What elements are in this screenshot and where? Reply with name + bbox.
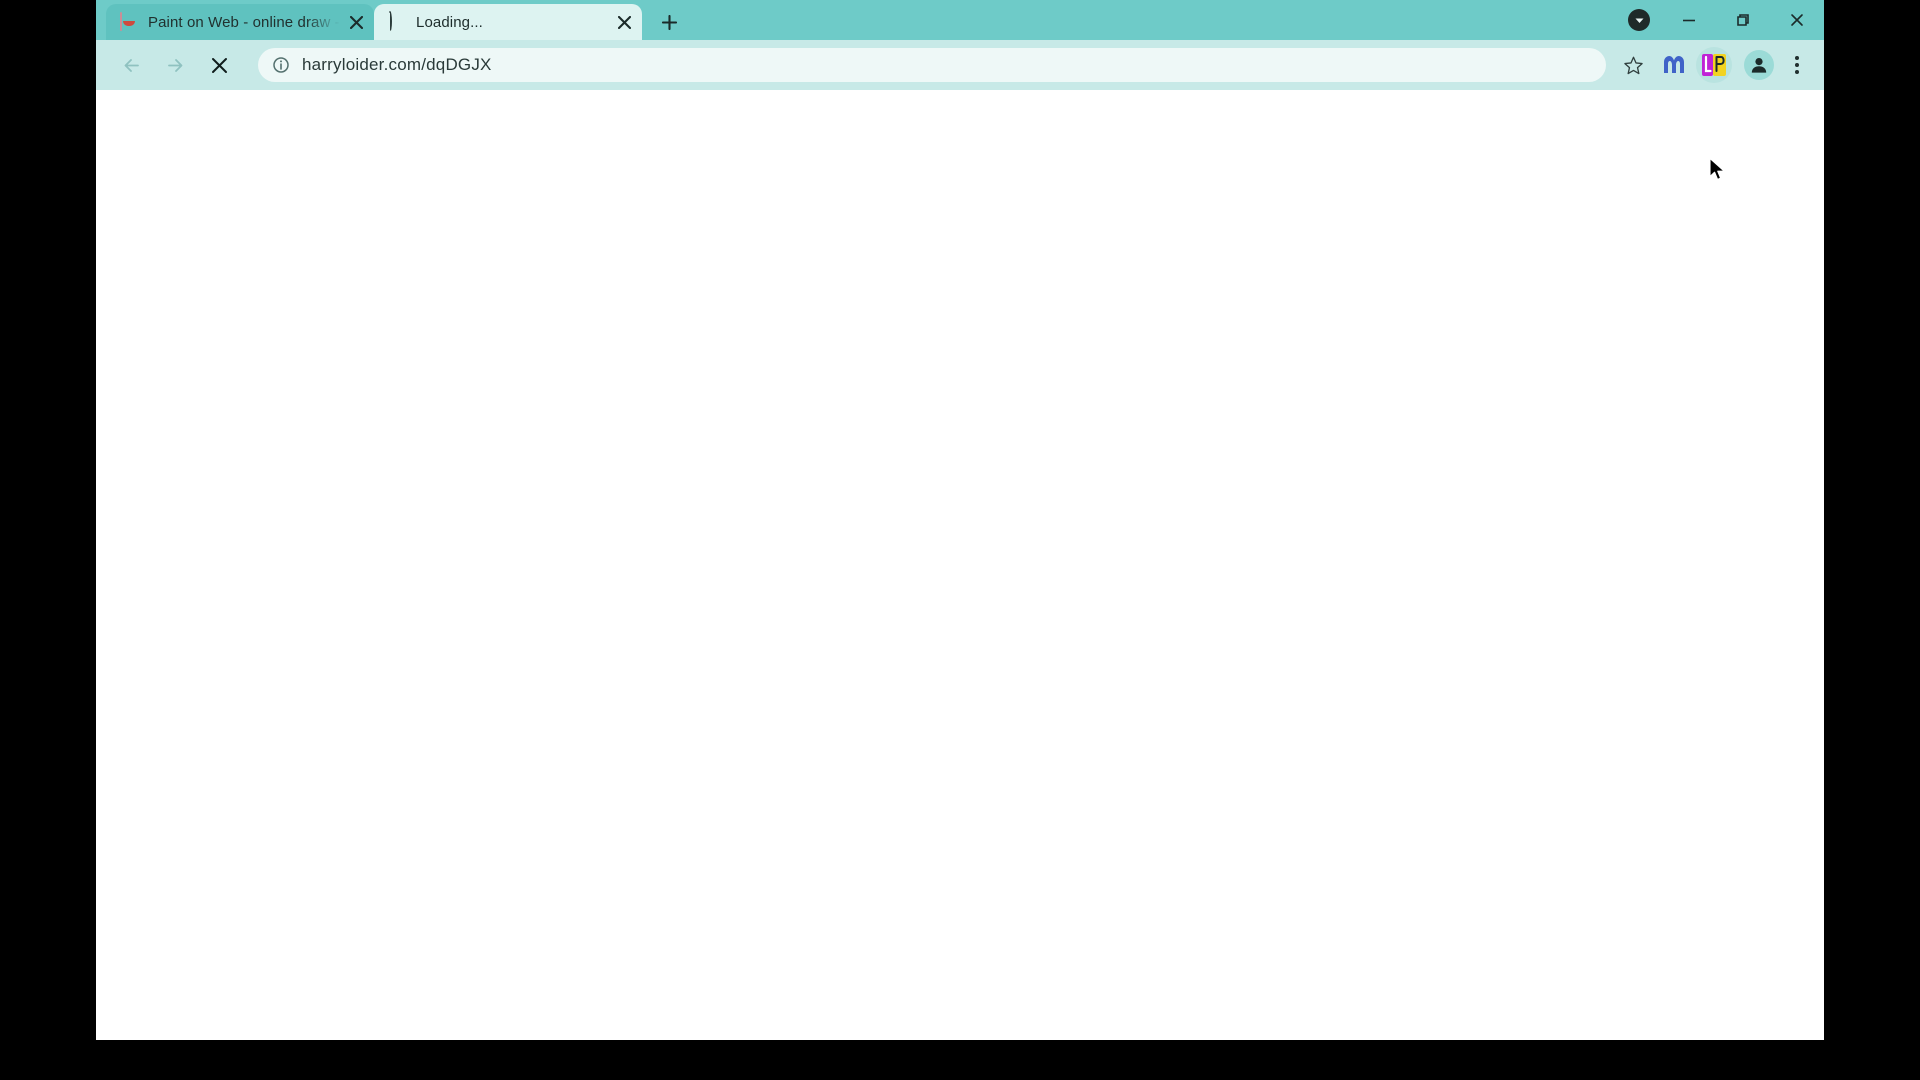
browser-window: Paint on Web - online draw - Ch Loading.… (96, 0, 1824, 1040)
menu-dot (1795, 70, 1799, 74)
page-viewport[interactable] (96, 90, 1824, 1040)
tab-title: Loading... (416, 13, 483, 31)
close-icon (211, 57, 227, 73)
loading-spinner-icon (388, 11, 406, 32)
star-icon (1623, 56, 1643, 74)
forward-button[interactable] (156, 46, 194, 84)
plus-icon (661, 14, 677, 30)
maximize-button[interactable] (1716, 0, 1770, 40)
tab-strip: Paint on Web - online draw - Ch Loading.… (96, 0, 1824, 40)
paint-icon (120, 12, 138, 31)
bookmark-button[interactable] (1616, 48, 1650, 82)
malwarebytes-extension-icon[interactable] (1659, 50, 1689, 80)
arrow-left-icon (124, 58, 139, 72)
stop-loading-button[interactable] (200, 46, 238, 84)
browser-toolbar: harryloider.com/dqDGJX (96, 40, 1824, 90)
minimize-button[interactable] (1662, 0, 1716, 40)
download-indicator-icon[interactable] (1628, 9, 1650, 31)
browser-tab-loading[interactable]: Loading... (374, 4, 642, 40)
menu-dot (1795, 56, 1799, 60)
tab-title: Paint on Web - online draw - Ch (148, 13, 340, 31)
close-tab-icon[interactable] (612, 10, 636, 34)
colorful-extension-icon[interactable] (1699, 50, 1729, 80)
back-button[interactable] (112, 46, 150, 84)
chrome-menu-button[interactable] (1782, 48, 1812, 82)
menu-dot (1795, 63, 1799, 67)
browser-tab-paint-on-web[interactable]: Paint on Web - online draw - Ch (106, 4, 374, 40)
close-tab-icon[interactable] (344, 10, 368, 34)
address-bar[interactable]: harryloider.com/dqDGJX (258, 48, 1606, 82)
url-text: harryloider.com/dqDGJX (302, 55, 492, 74)
maximize-icon (1737, 14, 1749, 26)
minimize-icon (1683, 19, 1695, 22)
close-icon (1791, 14, 1803, 26)
new-tab-button[interactable] (652, 5, 686, 39)
info-circle-icon[interactable] (272, 56, 290, 74)
arrow-right-icon (167, 58, 182, 72)
person-icon (1751, 58, 1767, 73)
window-controls (1628, 0, 1824, 40)
close-window-button[interactable] (1770, 0, 1824, 40)
avatar[interactable] (1744, 50, 1774, 80)
